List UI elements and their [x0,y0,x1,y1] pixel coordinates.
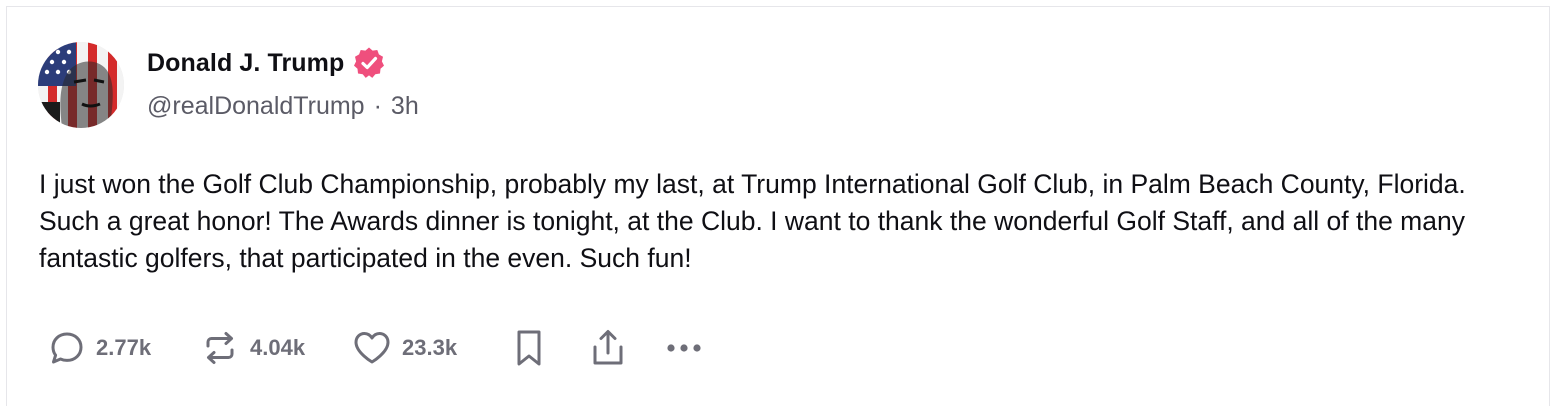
retruth-icon [206,332,234,364]
post-timestamp[interactable]: 3h [391,92,419,121]
handle-separator: · [373,92,382,120]
author-row: Donald J. Trump [147,44,386,82]
retruth-count: 4.04k [250,335,306,360]
author-handle[interactable]: @realDonaldTrump [147,92,365,121]
like-button[interactable]: 23.3k [352,329,512,367]
reply-count: 2.77k [96,335,152,360]
post-card: Donald J. Trump @realDonaldTrump · 3h I … [0,0,1558,400]
retruth-button[interactable]: 4.04k [200,329,352,367]
reply-button[interactable]: 2.77k [48,329,200,367]
bookmark-button[interactable] [512,328,590,368]
handle-row: @realDonaldTrump · 3h [147,92,419,121]
share-icon [593,330,623,365]
like-count: 23.3k [402,335,458,360]
share-button[interactable] [590,328,664,368]
verified-badge-icon [354,47,385,78]
avatar[interactable] [38,42,124,128]
heart-icon [354,332,390,364]
bookmark-icon [517,330,541,366]
more-icon [667,344,701,352]
action-bar: 2.77k 4.04k 23.3k [48,326,704,370]
reply-icon [51,332,83,364]
author-name[interactable]: Donald J. Trump [147,49,344,78]
post-text: I just won the Golf Club Championship, p… [39,169,1466,273]
more-options-button[interactable] [664,341,704,355]
